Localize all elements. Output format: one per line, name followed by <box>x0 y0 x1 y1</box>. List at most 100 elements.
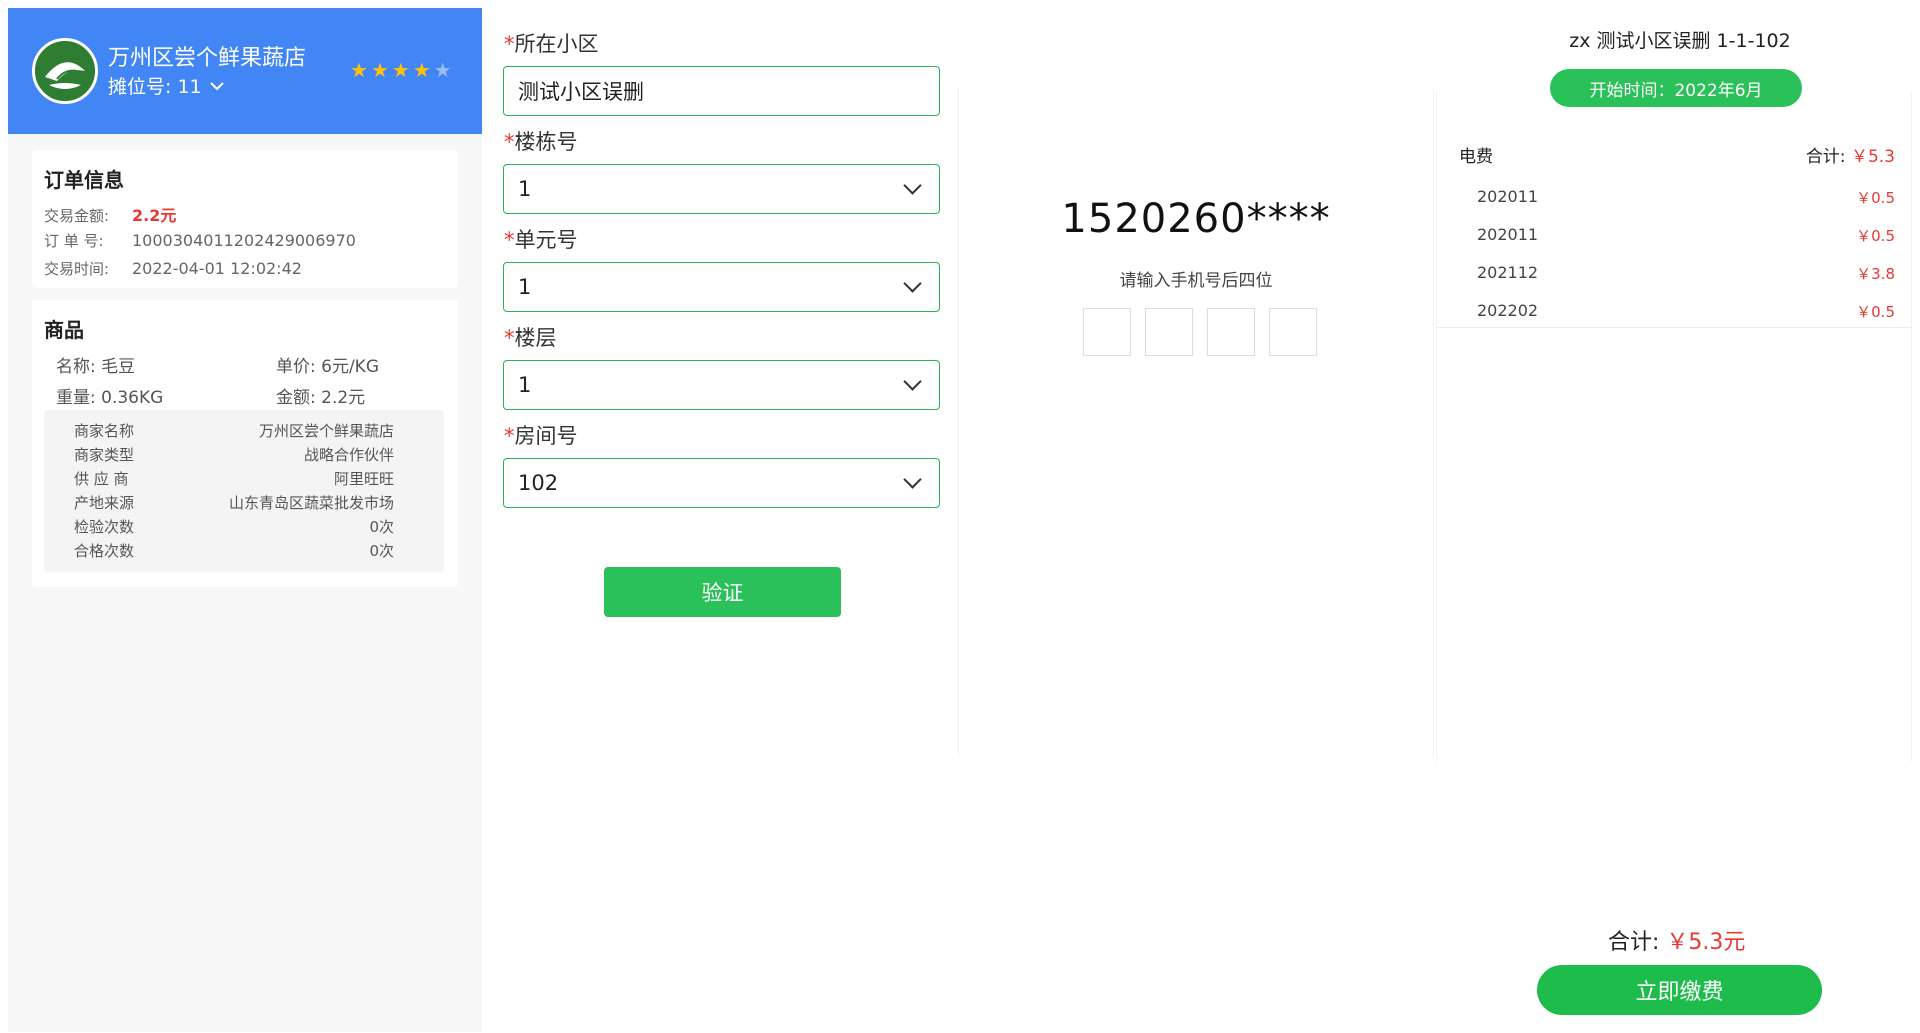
bill-amount: ￥0.5 <box>1856 227 1895 245</box>
building-value: 1 <box>518 177 532 201</box>
required-mark: * <box>504 326 515 350</box>
star-icon: ★ <box>412 58 431 82</box>
unit-select[interactable]: 1 <box>503 262 940 312</box>
order-amount-row: 交易金额: 2.2元 <box>44 202 176 226</box>
goods-total: 金额: 2.2元 <box>276 388 366 408</box>
detail-value: 山东青岛区蔬菜批发市场 <box>228 494 394 512</box>
bill-total-label: 合计: <box>1805 147 1846 167</box>
goods-name: 名称: 毛豆 <box>56 357 136 377</box>
bill-period: 202112 <box>1477 263 1539 282</box>
detail-key: 检验次数 <box>74 518 135 536</box>
footer-sum-value: ￥5.3元 <box>1666 930 1746 955</box>
building-label-text: 楼栋号 <box>514 130 578 154</box>
bill-row: 202011 ￥0.5 <box>1477 187 1895 207</box>
room-label-text: 房间号 <box>514 424 578 448</box>
detail-value: 万州区尝个鲜果蔬店 <box>258 422 394 440</box>
order-time-row: 交易时间: 2022-04-01 12:02:42 <box>44 258 302 279</box>
order-number-label: 订 单 号: <box>44 232 104 250</box>
bill-total: 合计: ￥5.3 <box>1806 142 1895 167</box>
verify-button[interactable]: 验证 <box>604 567 841 617</box>
detail-key: 商家类型 <box>74 446 135 464</box>
pay-now-button[interactable]: 立即缴费 <box>1537 965 1822 1015</box>
room-select[interactable]: 102 <box>503 458 940 508</box>
order-time-value: 2022-04-01 12:02:42 <box>132 259 302 278</box>
merchant-logo <box>32 38 98 104</box>
floor-value: 1 <box>518 373 532 397</box>
bill-header: zx 测试小区误删 1-1-102 <box>1569 30 1791 52</box>
required-mark: * <box>504 130 515 154</box>
required-mark: * <box>504 32 515 56</box>
footer-sum-label: 合计: <box>1608 930 1660 955</box>
unit-label: *单元号 <box>504 224 578 254</box>
detail-value: 阿里旺旺 <box>333 470 394 488</box>
chevron-down-icon <box>209 81 224 90</box>
room-label: *房间号 <box>504 420 578 450</box>
floor-select[interactable]: 1 <box>503 360 940 410</box>
phone-hint: 请输入手机号后四位 <box>1119 271 1273 291</box>
code-digit-input[interactable] <box>1269 308 1317 356</box>
detail-value: 0次 <box>369 518 394 536</box>
detail-key: 供 应 商 <box>74 470 129 488</box>
masked-phone-number: 1520260**** <box>1061 196 1331 242</box>
floor-label: *楼层 <box>504 322 557 352</box>
code-digit-input[interactable] <box>1207 308 1255 356</box>
unit-value: 1 <box>518 275 532 299</box>
required-mark: * <box>504 424 515 448</box>
stall-selector[interactable]: 摊位号: 11 <box>108 72 224 99</box>
star-icon: ★ <box>391 58 410 82</box>
chevron-down-icon <box>903 175 922 195</box>
goods-weight: 重量: 0.36KG <box>56 388 164 408</box>
bill-panel: 电费 合计: ￥5.3 202011 ￥0.5 202011 ￥0.5 202112… <box>1436 92 1912 762</box>
goods-card: 商品 名称: 毛豆 单价: 6元/KG 重量: 0.36KG 金额: 2.2元 … <box>32 300 458 587</box>
order-time-label: 交易时间: <box>44 260 110 278</box>
building-label: *楼栋号 <box>504 126 578 156</box>
order-info-title: 订单信息 <box>44 168 124 192</box>
bill-period: 202011 <box>1477 187 1539 206</box>
floor-label-text: 楼层 <box>514 326 557 350</box>
star-icon: ★ <box>350 58 368 82</box>
detail-key: 产地来源 <box>74 494 135 512</box>
stall-label: 摊位号: 11 <box>108 76 202 98</box>
community-label-text: 所在小区 <box>514 32 599 56</box>
order-amount-label: 交易金额: <box>44 207 110 225</box>
required-mark: * <box>504 228 515 252</box>
bill-total-value: ￥5.3 <box>1850 147 1895 167</box>
detail-key: 商家名称 <box>74 422 135 440</box>
goods-title: 商品 <box>44 318 84 342</box>
rating-stars: ★ ★ ★ ★ ★ <box>350 60 452 80</box>
community-input[interactable]: 测试小区误删 <box>503 66 940 116</box>
star-empty-icon: ★ <box>433 58 452 82</box>
code-digit-input[interactable] <box>1145 308 1193 356</box>
chevron-down-icon <box>903 371 922 391</box>
star-icon: ★ <box>370 58 389 82</box>
order-info-card: 订单信息 交易金额: 2.2元 订 单 号: 1000304011202429006… <box>32 150 458 288</box>
code-digit-input[interactable] <box>1083 308 1131 356</box>
merchant-header: 万州区尝个鲜果蔬店 摊位号: 11 ★ ★ ★ ★ ★ <box>8 8 482 134</box>
merchant-name: 万州区尝个鲜果蔬店 <box>108 46 307 71</box>
chevron-down-icon <box>903 273 922 293</box>
bill-amount: ￥0.5 <box>1856 303 1895 321</box>
building-select[interactable]: 1 <box>503 164 940 214</box>
bill-row: 202112 ￥3.8 <box>1477 263 1895 283</box>
room-value: 102 <box>518 471 559 495</box>
community-value: 测试小区误删 <box>518 80 644 104</box>
footer-sum: 合计: ￥5.3元 <box>1608 924 1745 956</box>
bill-period: 202011 <box>1477 225 1539 244</box>
order-amount-value: 2.2元 <box>132 206 177 225</box>
bill-amount: ￥0.5 <box>1856 189 1895 207</box>
merchant-panel: 万州区尝个鲜果蔬店 摊位号: 11 ★ ★ ★ ★ ★ 订单信息 交易金额: 2.… <box>8 8 482 1032</box>
phone-verify-panel: 1520260**** 请输入手机号后四位 <box>958 88 1434 758</box>
community-label: *所在小区 <box>504 28 599 58</box>
merchant-detail-table: 商家名称 万州区尝个鲜果蔬店 商家类型 战略合作伙伴 供 应 商 阿里旺旺 产地来源 山… <box>44 410 444 572</box>
bill-category: 电费 <box>1459 147 1493 167</box>
divider <box>1437 327 1911 328</box>
bill-row: 202202 ￥0.5 <box>1477 301 1895 321</box>
order-number-value: 10003040112024290069​70 <box>132 231 356 250</box>
unit-label-text: 单元号 <box>514 228 578 252</box>
bill-amount: ￥3.8 <box>1856 265 1895 283</box>
detail-value: 0次 <box>369 542 394 560</box>
order-number-row: 订 单 号: 10003040112024290069​70 <box>44 230 356 251</box>
chevron-down-icon <box>903 469 922 489</box>
bill-period: 202202 <box>1477 301 1539 320</box>
goods-unit-price: 单价: 6元/KG <box>276 357 379 377</box>
